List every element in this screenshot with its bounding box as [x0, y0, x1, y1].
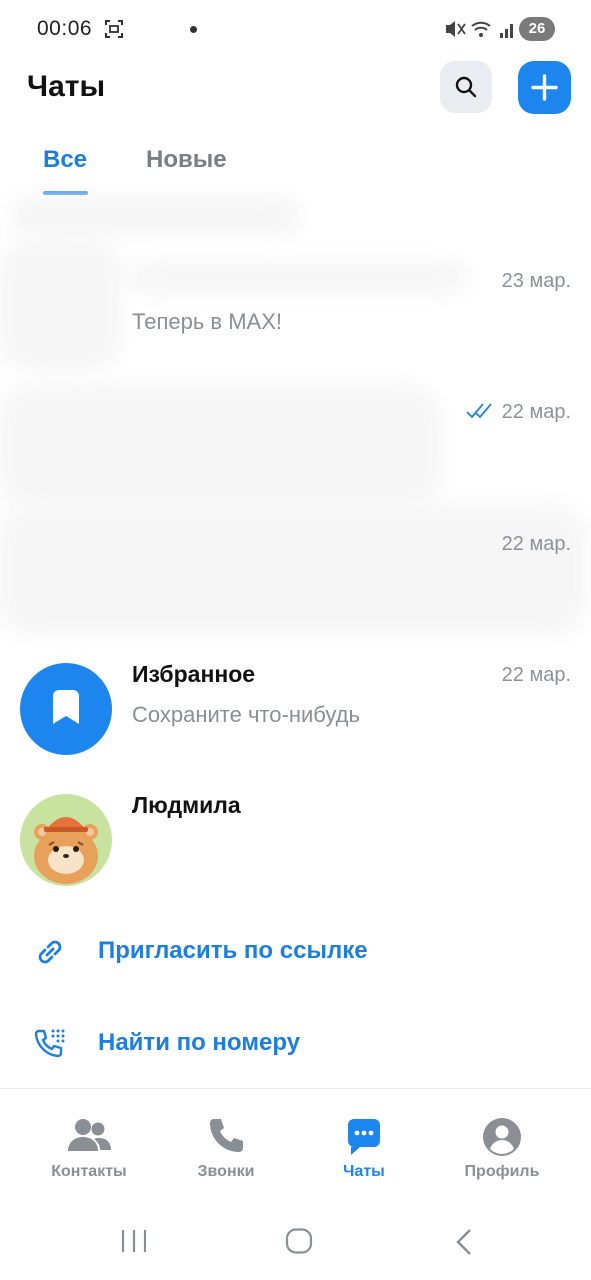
contacts-icon [68, 1119, 111, 1151]
nav-item-profile[interactable]: Профиль [432, 1089, 572, 1201]
page-title: Чаты [27, 70, 106, 103]
tab-new[interactable]: Новые [146, 146, 227, 174]
chat-preview: Сохраните что-нибудь [132, 702, 360, 727]
chat-row[interactable] [0, 500, 591, 640]
find-by-number-button[interactable]: Найти по номеру [0, 1013, 591, 1073]
avatar [20, 794, 112, 886]
wifi-icon [471, 21, 491, 37]
signal-icon [500, 24, 513, 38]
nav-item-chats[interactable]: Чаты [294, 1089, 434, 1201]
battery-icon: 26 [519, 17, 555, 41]
profile-icon [483, 1118, 521, 1156]
plus-icon [531, 74, 558, 101]
screenshot-icon [105, 20, 123, 38]
invite-link-button[interactable]: Пригласить по ссылке [0, 921, 591, 981]
chat-name: Избранное [132, 661, 256, 687]
nav-item-contacts[interactable]: Контакты [19, 1089, 159, 1201]
bookmark-icon [53, 690, 79, 724]
status-bar: 00:06 26 [0, 0, 591, 58]
nav-label-calls: Звонки [197, 1163, 255, 1180]
nav-label-profile: Профиль [464, 1163, 540, 1180]
avatar [20, 663, 112, 755]
system-nav-bar [0, 1200, 591, 1280]
hamster-avatar-icon [34, 817, 98, 884]
chat-name: Людмила [132, 792, 241, 818]
chat-date: 22 мар. [501, 664, 571, 686]
bottom-nav: Контакты Звонки Чаты Профиль [0, 1088, 591, 1200]
invite-link-label: Пригласить по ссылке [98, 937, 368, 964]
home-icon[interactable] [285, 1228, 313, 1254]
status-time: 00:06 [37, 17, 93, 40]
chat-row[interactable] [0, 240, 591, 370]
nav-item-calls[interactable]: Звонки [156, 1089, 296, 1201]
search-icon [455, 76, 477, 98]
nav-label-chats: Чаты [343, 1163, 385, 1180]
find-by-number-label: Найти по номеру [98, 1029, 301, 1056]
tab-all[interactable]: Все [43, 146, 87, 174]
chat-icon [348, 1119, 380, 1155]
recent-apps-icon[interactable] [120, 1228, 148, 1254]
chat-row[interactable] [0, 370, 591, 500]
link-icon [38, 940, 62, 964]
mute-icon [446, 21, 466, 37]
notification-dot-icon [190, 26, 197, 33]
redacted-region [10, 195, 300, 235]
nav-label-contacts: Контакты [51, 1163, 127, 1180]
phone-icon [210, 1119, 243, 1152]
back-icon[interactable] [454, 1228, 474, 1256]
new-chat-button[interactable] [518, 61, 571, 114]
search-button[interactable] [440, 61, 492, 113]
phone-keypad-icon [34, 1029, 65, 1058]
